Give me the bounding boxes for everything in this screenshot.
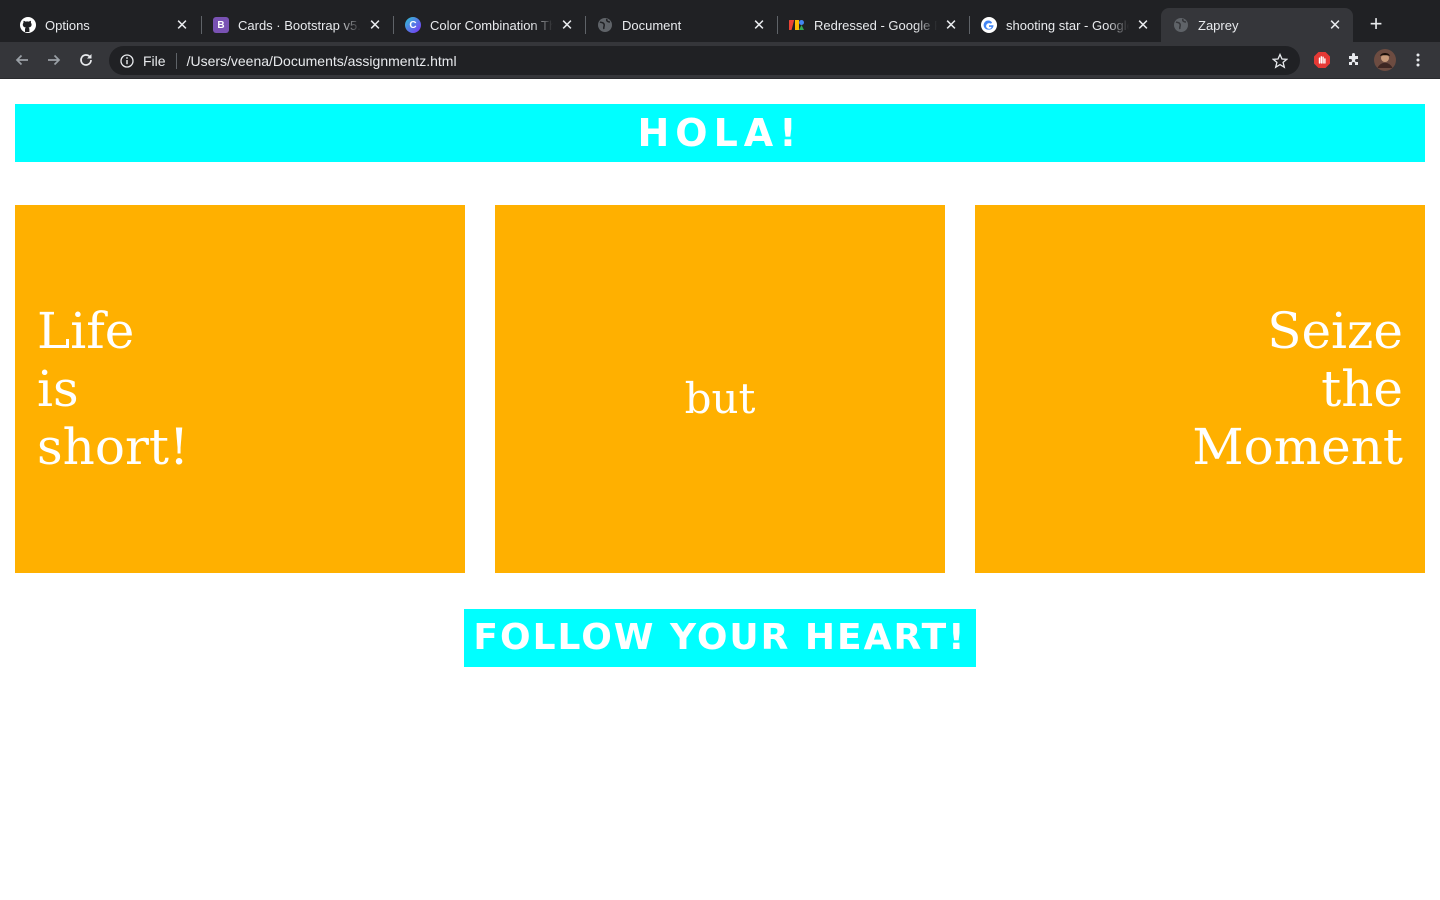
tab-shooting-star-search[interactable]: shooting star - Google Search ✕: [969, 8, 1161, 42]
tab-title: shooting star - Google Search: [1006, 17, 1129, 33]
tab-color-combination[interactable]: C Color Combination Thumbnail ✕: [393, 8, 585, 42]
tab-title: Zaprey: [1198, 17, 1321, 33]
follow-your-heart-banner: FOLLOW YOUR HEART!: [464, 609, 976, 667]
arrow-right-icon: [48, 54, 61, 66]
globe-icon: [597, 17, 613, 33]
new-tab-button[interactable]: +: [1364, 13, 1388, 37]
url-text[interactable]: /Users/veena/Documents/assignmentz.html: [187, 53, 1268, 69]
tab-strip: Options ✕ B Cards · Bootstrap v5.0 ✕ C C…: [0, 0, 1440, 42]
tab-title: Document: [622, 17, 745, 33]
card-life-is-short: Life is short!: [15, 205, 465, 573]
extensions-puzzle-icon[interactable]: [1342, 48, 1366, 72]
arrow-left-icon: [15, 54, 28, 66]
google-fonts-icon: [789, 17, 805, 33]
close-icon[interactable]: ✕: [943, 17, 959, 33]
github-icon: [20, 17, 36, 33]
tab-document[interactable]: Document ✕: [585, 8, 777, 42]
browser-toolbar: File /Users/veena/Documents/assignmentz.…: [0, 42, 1440, 79]
tab-zaprey[interactable]: Zaprey ✕: [1161, 8, 1353, 42]
card-but: but: [495, 205, 945, 573]
card-text: Seize the Moment: [1192, 302, 1403, 476]
close-icon[interactable]: ✕: [751, 17, 767, 33]
tab-options[interactable]: Options ✕: [8, 8, 200, 42]
reload-icon: [80, 54, 92, 66]
omnibox-divider: [175, 52, 177, 69]
url-scheme-label: File: [143, 52, 166, 69]
card-line: is: [37, 360, 79, 418]
forward-button[interactable]: [40, 46, 68, 74]
card-seize-the-moment: Seize the Moment: [975, 205, 1425, 573]
tab-title: Color Combination Thumbnail: [430, 17, 553, 33]
menu-kebab-icon[interactable]: [1406, 48, 1430, 72]
close-icon[interactable]: ✕: [1135, 17, 1151, 33]
card-line: Moment: [1192, 418, 1403, 476]
card-line: but: [684, 374, 756, 423]
card-text: but: [685, 355, 756, 423]
bootstrap-icon: B: [213, 17, 229, 33]
tab-title: Cards · Bootstrap v5.0: [238, 17, 361, 33]
adblock-extension-icon[interactable]: [1310, 48, 1334, 72]
globe-icon: [1173, 17, 1189, 33]
google-icon: [981, 17, 997, 33]
tab-title: Redressed - Google Fonts: [814, 17, 937, 33]
tab-title: Options: [45, 17, 168, 33]
bookmark-star-icon[interactable]: [1268, 49, 1292, 73]
card-line: Life: [37, 302, 135, 360]
page-content: HOLA! Life is short! but Seize the Momen…: [0, 79, 1440, 900]
card-line: the: [1321, 360, 1403, 418]
tab-redressed-google-fonts[interactable]: Redressed - Google Fonts ✕: [777, 8, 969, 42]
hola-banner: HOLA!: [15, 104, 1425, 162]
card-line: Seize: [1267, 302, 1403, 360]
reload-button[interactable]: [72, 46, 100, 74]
close-icon[interactable]: ✕: [174, 17, 190, 33]
profile-avatar[interactable]: [1373, 48, 1397, 72]
close-icon[interactable]: ✕: [559, 17, 575, 33]
canva-icon: C: [405, 17, 421, 33]
card-line: short!: [37, 418, 190, 476]
back-button[interactable]: [8, 46, 36, 74]
info-icon[interactable]: [119, 53, 135, 69]
tab-bootstrap-cards[interactable]: B Cards · Bootstrap v5.0 ✕: [201, 8, 393, 42]
close-icon[interactable]: ✕: [367, 17, 383, 33]
card-text: Life is short!: [37, 302, 189, 476]
address-bar[interactable]: File /Users/veena/Documents/assignmentz.…: [109, 46, 1300, 75]
close-icon[interactable]: ✕: [1327, 17, 1343, 33]
